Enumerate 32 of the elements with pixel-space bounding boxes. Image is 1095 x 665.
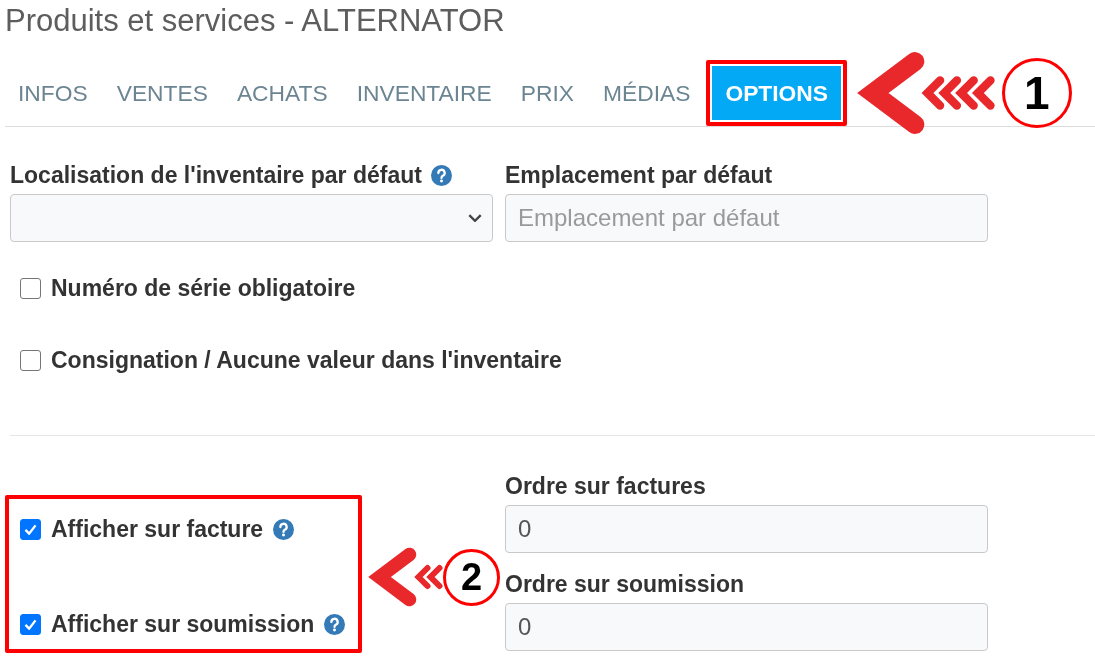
checkbox-label: Afficher sur soumission [51, 610, 315, 638]
field-label: Localisation de l'inventaire par défaut [10, 162, 422, 188]
text-field[interactable]: Emplacement par défaut [505, 194, 988, 242]
checkbox[interactable] [20, 349, 41, 371]
field-label: Emplacement par défaut [505, 162, 773, 188]
step-number: 1 [1001, 58, 1072, 128]
checkbox[interactable] [20, 518, 41, 540]
checkbox-label: Numéro de série obligatoire [51, 274, 356, 302]
chevron-down-icon [468, 214, 482, 222]
field-label: Ordre sur factures [505, 473, 706, 499]
checkbox-label: Consignation / Aucune valeur dans l'inventaire [51, 346, 562, 374]
checkbox-label: Afficher sur facture [51, 515, 264, 543]
help-icon[interactable] [430, 164, 452, 186]
help-icon[interactable] [273, 518, 295, 540]
checkbox[interactable] [20, 613, 41, 635]
page-title: Produits et services - ALTERNATOR [4, 2, 505, 40]
tab[interactable]: INVENTAIRE [343, 66, 505, 120]
tab[interactable]: ACHATS [223, 66, 341, 120]
tab[interactable]: MÉDIAS [590, 66, 704, 120]
help-icon[interactable] [324, 613, 346, 635]
tab[interactable]: PRIX [507, 66, 587, 120]
step-number: 2 [443, 549, 500, 606]
checkbox[interactable] [20, 277, 41, 299]
checkmark-icon [24, 523, 37, 535]
number-field[interactable]: 0 [505, 603, 988, 651]
field-label: Ordre sur soumission [505, 571, 744, 597]
checkmark-icon [24, 618, 37, 630]
tab[interactable]: OPTIONS [712, 66, 842, 120]
tab[interactable]: VENTES [103, 66, 221, 120]
tab[interactable]: INFOS [5, 66, 101, 120]
select-field[interactable] [10, 194, 493, 242]
number-field[interactable]: 0 [505, 505, 988, 553]
